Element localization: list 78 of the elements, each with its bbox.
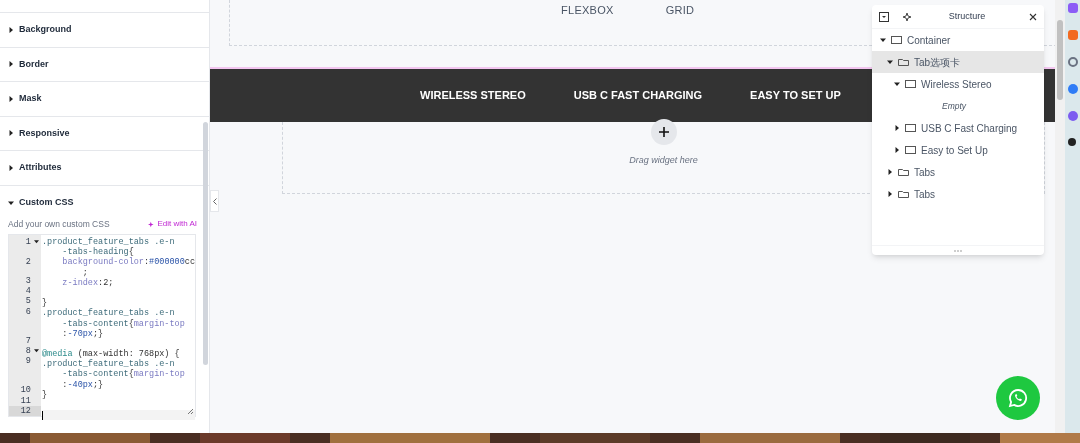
- line-number: 9: [25, 356, 31, 369]
- code-line: background-color:#000000cc ;: [61, 257, 195, 278]
- chevron-left-icon: [212, 197, 217, 205]
- line-number: 8: [25, 346, 31, 357]
- caret-icon[interactable]: [8, 95, 14, 102]
- code-line: @media (max-width: 768px) {: [41, 349, 181, 360]
- caret-icon[interactable]: [894, 147, 900, 153]
- tree-item[interactable]: Wireless Stereo: [872, 73, 1044, 95]
- tab-widget-icon: [898, 190, 909, 198]
- tab[interactable]: EASY TO SET UP: [750, 87, 841, 104]
- tab-widget-icon: [898, 168, 909, 176]
- text-cursor: [41, 410, 43, 420]
- caret-icon[interactable]: [8, 164, 14, 171]
- code-line: z-index:2;: [61, 277, 115, 288]
- line-number: 10: [20, 385, 31, 396]
- line-number: 5: [25, 296, 31, 307]
- panel-collapse-button[interactable]: [210, 190, 219, 212]
- code-line: .product_feature_tabs .e-n -tabs-content{margin-top :-70px;}: [41, 308, 186, 339]
- tree-item[interactable]: Container: [872, 29, 1044, 51]
- line-number: 7: [25, 335, 31, 346]
- sparkle-icon[interactable]: [903, 11, 913, 22]
- code-line: .product_feature_tabs .e-n -tabs-heading{: [41, 237, 176, 258]
- container-icon: [905, 124, 916, 132]
- tree-item[interactable]: Tab选项卡: [872, 51, 1044, 73]
- caret-icon[interactable]: [8, 61, 14, 68]
- empty-label: Empty: [942, 99, 967, 113]
- caret-icon[interactable]: [8, 26, 14, 33]
- line-number: 2: [25, 256, 31, 269]
- phone-bubble-icon: [1008, 388, 1028, 408]
- caret-icon[interactable]: [887, 191, 893, 197]
- scrollbar-thumb[interactable]: [1057, 20, 1063, 100]
- app-icon[interactable]: [1068, 138, 1076, 146]
- section-header[interactable]: Border: [0, 47, 209, 82]
- section-header[interactable]: Background: [0, 13, 209, 48]
- caret-icon[interactable]: [8, 130, 14, 137]
- caret-icon[interactable]: [880, 37, 886, 43]
- tab-label[interactable]: GRID: [665, 2, 695, 19]
- caret-icon[interactable]: [894, 81, 900, 87]
- scrollbar-thumb[interactable]: [203, 122, 208, 365]
- tree-item[interactable]: USB C Fast Charging: [872, 117, 1044, 139]
- section-header[interactable]: Mask: [0, 82, 209, 117]
- plus-icon: [658, 127, 669, 137]
- section-header[interactable]: Custom CSS: [0, 185, 209, 220]
- dropdown-icon[interactable]: [879, 11, 889, 22]
- tree-item[interactable]: Tabs: [872, 161, 1044, 183]
- container-icon: [905, 80, 916, 88]
- caret-icon[interactable]: [8, 199, 14, 206]
- tab[interactable]: WIRELESS STEREO: [420, 87, 526, 104]
- close-icon[interactable]: [1029, 12, 1037, 21]
- field-hint: Add your own custom CSS: [8, 217, 110, 231]
- resize-grip-icon[interactable]: [187, 408, 193, 414]
- line-number: 1: [25, 237, 31, 249]
- line-number: 3: [25, 276, 31, 287]
- sparkle-icon: [148, 220, 156, 228]
- code-line: }: [41, 389, 49, 400]
- code-line: .product_feature_tabs .e-n -tabs-content{margin-top :-40px;}: [41, 359, 186, 390]
- caret-icon[interactable]: [887, 169, 893, 175]
- tree-item[interactable]: Tabs: [872, 183, 1044, 205]
- add-widget-button[interactable]: [650, 119, 677, 145]
- fold-icon[interactable]: [33, 239, 39, 244]
- tab-widget-icon: [898, 58, 909, 66]
- resize-handle-icon[interactable]: [954, 249, 962, 252]
- container-icon: [905, 146, 916, 154]
- edit-with-ai-link[interactable]: Edit with AI: [148, 218, 197, 230]
- drop-zone-hint: Drag widget here: [629, 154, 698, 167]
- line-number: 11: [20, 395, 31, 406]
- code-line: }: [41, 298, 48, 309]
- caret-icon[interactable]: [894, 125, 900, 131]
- container-icon: [891, 36, 902, 44]
- tab-label[interactable]: FLEXBOX: [561, 2, 614, 19]
- tab[interactable]: USB C FAST CHARGING: [573, 87, 703, 104]
- caret-icon[interactable]: [887, 59, 893, 65]
- line-number: 6: [25, 306, 31, 319]
- tree-item[interactable]: Easy to Set Up: [872, 139, 1044, 161]
- fold-icon[interactable]: [33, 348, 39, 353]
- line-number: 12: [20, 405, 31, 416]
- line-number: 4: [25, 286, 31, 297]
- panel-title: Structure: [947, 9, 987, 23]
